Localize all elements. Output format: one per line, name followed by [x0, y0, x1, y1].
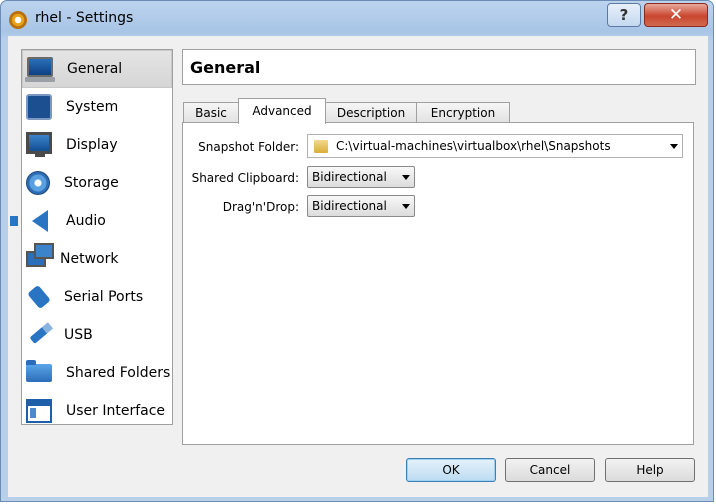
- sidebar-item-usb[interactable]: USB: [22, 316, 172, 354]
- app-gear-icon: [9, 11, 27, 29]
- tab-advanced[interactable]: Advanced: [238, 98, 326, 124]
- shared-clipboard-label: Shared Clipboard:: [191, 171, 299, 185]
- sidebar-item-label: Display: [66, 137, 118, 153]
- general-icon: [25, 57, 55, 82]
- settings-window: rhel - Settings ? ✕ General System Displ…: [0, 0, 714, 502]
- snapshot-folder-combo[interactable]: C:\virtual-machines\virtualbox\rhel\Snap…: [307, 134, 683, 158]
- ok-button[interactable]: OK: [406, 458, 496, 482]
- drag-n-drop-label: Drag'n'Drop:: [222, 200, 299, 214]
- title-bar[interactable]: rhel - Settings ? ✕: [1, 1, 713, 39]
- shared-clipboard-value: Bidirectional: [312, 170, 387, 184]
- window-title: rhel - Settings: [35, 10, 134, 26]
- sidebar-item-audio[interactable]: Audio: [10, 202, 172, 240]
- drag-n-drop-value: Bidirectional: [312, 199, 387, 213]
- usb-icon: [29, 326, 49, 344]
- storage-icon: [26, 171, 50, 195]
- audio-icon: [10, 210, 48, 232]
- chevron-down-icon: [670, 144, 678, 149]
- cancel-button[interactable]: Cancel: [505, 458, 595, 482]
- sidebar-item-user-interface[interactable]: User Interface: [22, 392, 172, 430]
- sidebar-item-label: USB: [64, 327, 93, 343]
- display-icon: [26, 132, 52, 157]
- tab-encryption[interactable]: Encryption: [416, 102, 510, 123]
- sidebar-item-serial-ports[interactable]: Serial Ports: [22, 278, 172, 316]
- snapshot-folder-label: Snapshot Folder:: [198, 140, 299, 154]
- shared-clipboard-select[interactable]: Bidirectional: [307, 166, 415, 188]
- drag-n-drop-select[interactable]: Bidirectional: [307, 195, 415, 217]
- page-title: General: [190, 58, 261, 77]
- tab-description[interactable]: Description: [325, 102, 417, 123]
- sidebar-item-label: User Interface: [66, 403, 166, 419]
- network-icon: [26, 243, 54, 267]
- help-button[interactable]: Help: [605, 458, 695, 482]
- sidebar-item-shared-folders[interactable]: Shared Folders: [22, 354, 172, 392]
- sidebar-item-label: Network: [60, 251, 119, 267]
- close-button[interactable]: ✕: [644, 3, 708, 27]
- system-icon: [26, 94, 52, 120]
- chevron-down-icon: [402, 204, 410, 209]
- sidebar-item-general[interactable]: General: [22, 50, 172, 88]
- sidebar-item-label: Serial Ports: [64, 289, 144, 305]
- sidebar-item-storage[interactable]: Storage: [22, 164, 172, 202]
- snapshot-folder-value: C:\virtual-machines\virtualbox\rhel\Snap…: [336, 139, 611, 153]
- sidebar-item-label: Shared Folders: [66, 365, 171, 381]
- sidebar-item-display[interactable]: Display: [22, 126, 172, 164]
- sidebar-item-system[interactable]: System: [22, 88, 172, 126]
- sidebar-item-label: Storage: [64, 175, 119, 191]
- sidebar-item-label: Audio: [66, 213, 106, 229]
- title-help-button[interactable]: ?: [607, 3, 641, 27]
- chevron-down-icon: [402, 175, 410, 180]
- settings-sidebar: General System Display Storage Audio Net…: [10, 49, 173, 425]
- sidebar-item-label: General: [67, 61, 123, 77]
- user-interface-icon: [26, 399, 52, 423]
- sidebar-item-label: System: [66, 99, 119, 115]
- dialog-body: General System Display Storage Audio Net…: [8, 36, 708, 497]
- advanced-panel: Snapshot Folder: C:\virtual-machines\vir…: [182, 122, 694, 445]
- sidebar-item-network[interactable]: Network: [22, 240, 172, 278]
- serial-ports-icon: [27, 284, 51, 310]
- section-header: General: [182, 49, 696, 85]
- shared-folders-icon: [26, 360, 52, 382]
- folder-icon: [314, 140, 328, 153]
- tab-basic[interactable]: Basic: [183, 102, 239, 123]
